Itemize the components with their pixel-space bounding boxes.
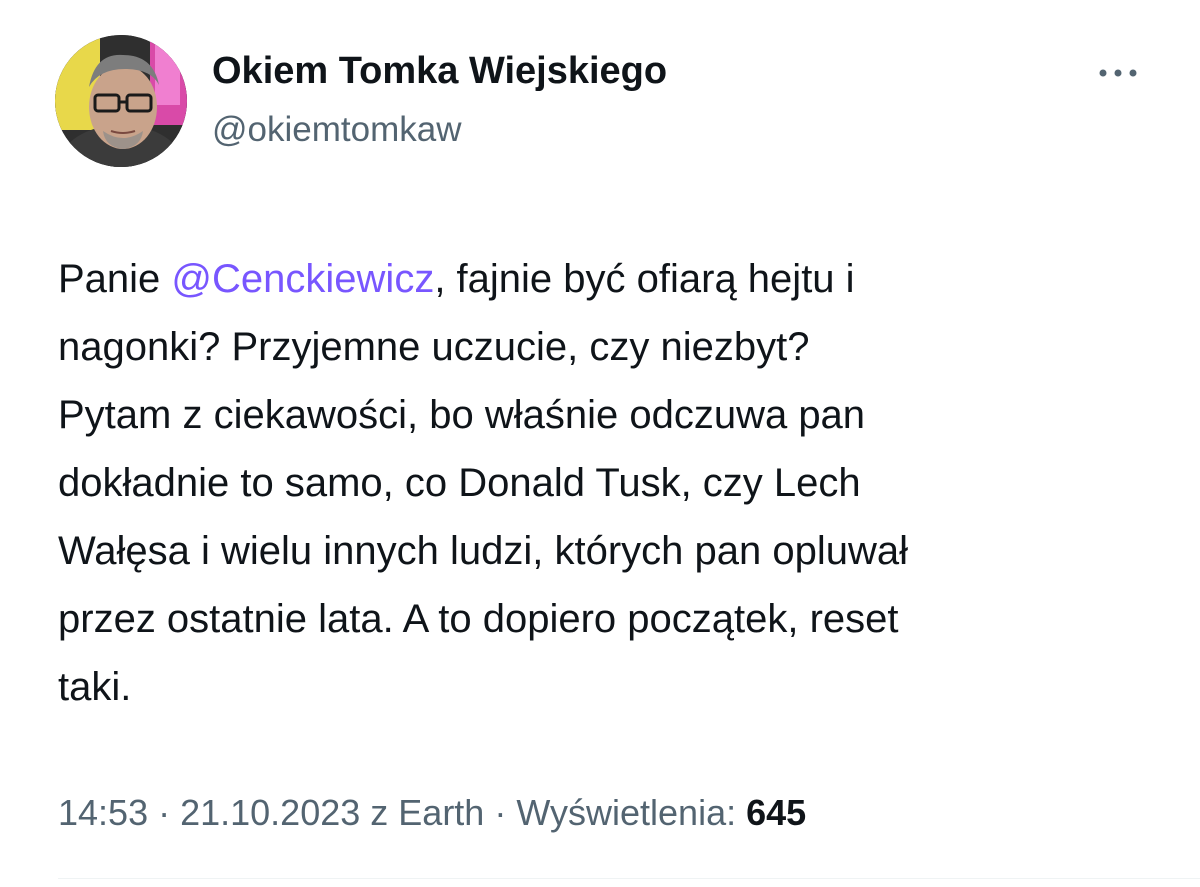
author-handle[interactable]: @okiemtomkaw (212, 110, 461, 150)
tweet-line: taki. (58, 665, 132, 709)
tweet-line: Pytam z ciekawości, bo właśnie odczuwa p… (58, 393, 866, 437)
tweet-line: dokładnie to samo, co Donald Tusk, czy L… (58, 461, 861, 505)
author-avatar[interactable] (55, 35, 187, 167)
tweet-text-segment: , fajnie być ofiarą hejtu i (434, 257, 855, 301)
author-name[interactable]: Okiem Tomka Wiejskiego (212, 50, 667, 93)
tweet: Okiem Tomka Wiejskiego @okiemtomkaw Pani… (0, 0, 1200, 887)
meta-separator: · (484, 792, 517, 833)
avatar-image (55, 35, 187, 167)
tweet-line: przez ostatnie lata. A to dopiero począt… (58, 597, 899, 641)
divider (58, 878, 1200, 879)
tweet-date[interactable]: 21.10.2023 (180, 792, 360, 833)
tweet-line: nagonki? Przyjemne uczucie, czy niezbyt? (58, 325, 810, 369)
tweet-line: Panie @Cenckiewicz, fajnie być ofiarą he… (58, 245, 1158, 313)
mention-link[interactable]: @Cenckiewicz (171, 257, 434, 301)
tweet-source: z Earth (360, 792, 485, 833)
tweet-text: Panie @Cenckiewicz, fajnie być ofiarą he… (58, 245, 1158, 721)
views-label: Wyświetlenia: (516, 792, 747, 833)
more-horizontal-icon (1099, 69, 1137, 77)
views-count: 645 (746, 792, 807, 833)
tweet-text-segment: Panie (58, 257, 172, 301)
meta-separator: · (148, 792, 181, 833)
tweet-time[interactable]: 14:53 (58, 792, 148, 833)
more-options-button[interactable] (1090, 58, 1146, 88)
tweet-metadata: 14:53 · 21.10.2023 z Earth · Wyświetleni… (58, 792, 806, 834)
tweet-line: Wałęsa i wielu innych ludzi, których pan… (58, 529, 909, 573)
